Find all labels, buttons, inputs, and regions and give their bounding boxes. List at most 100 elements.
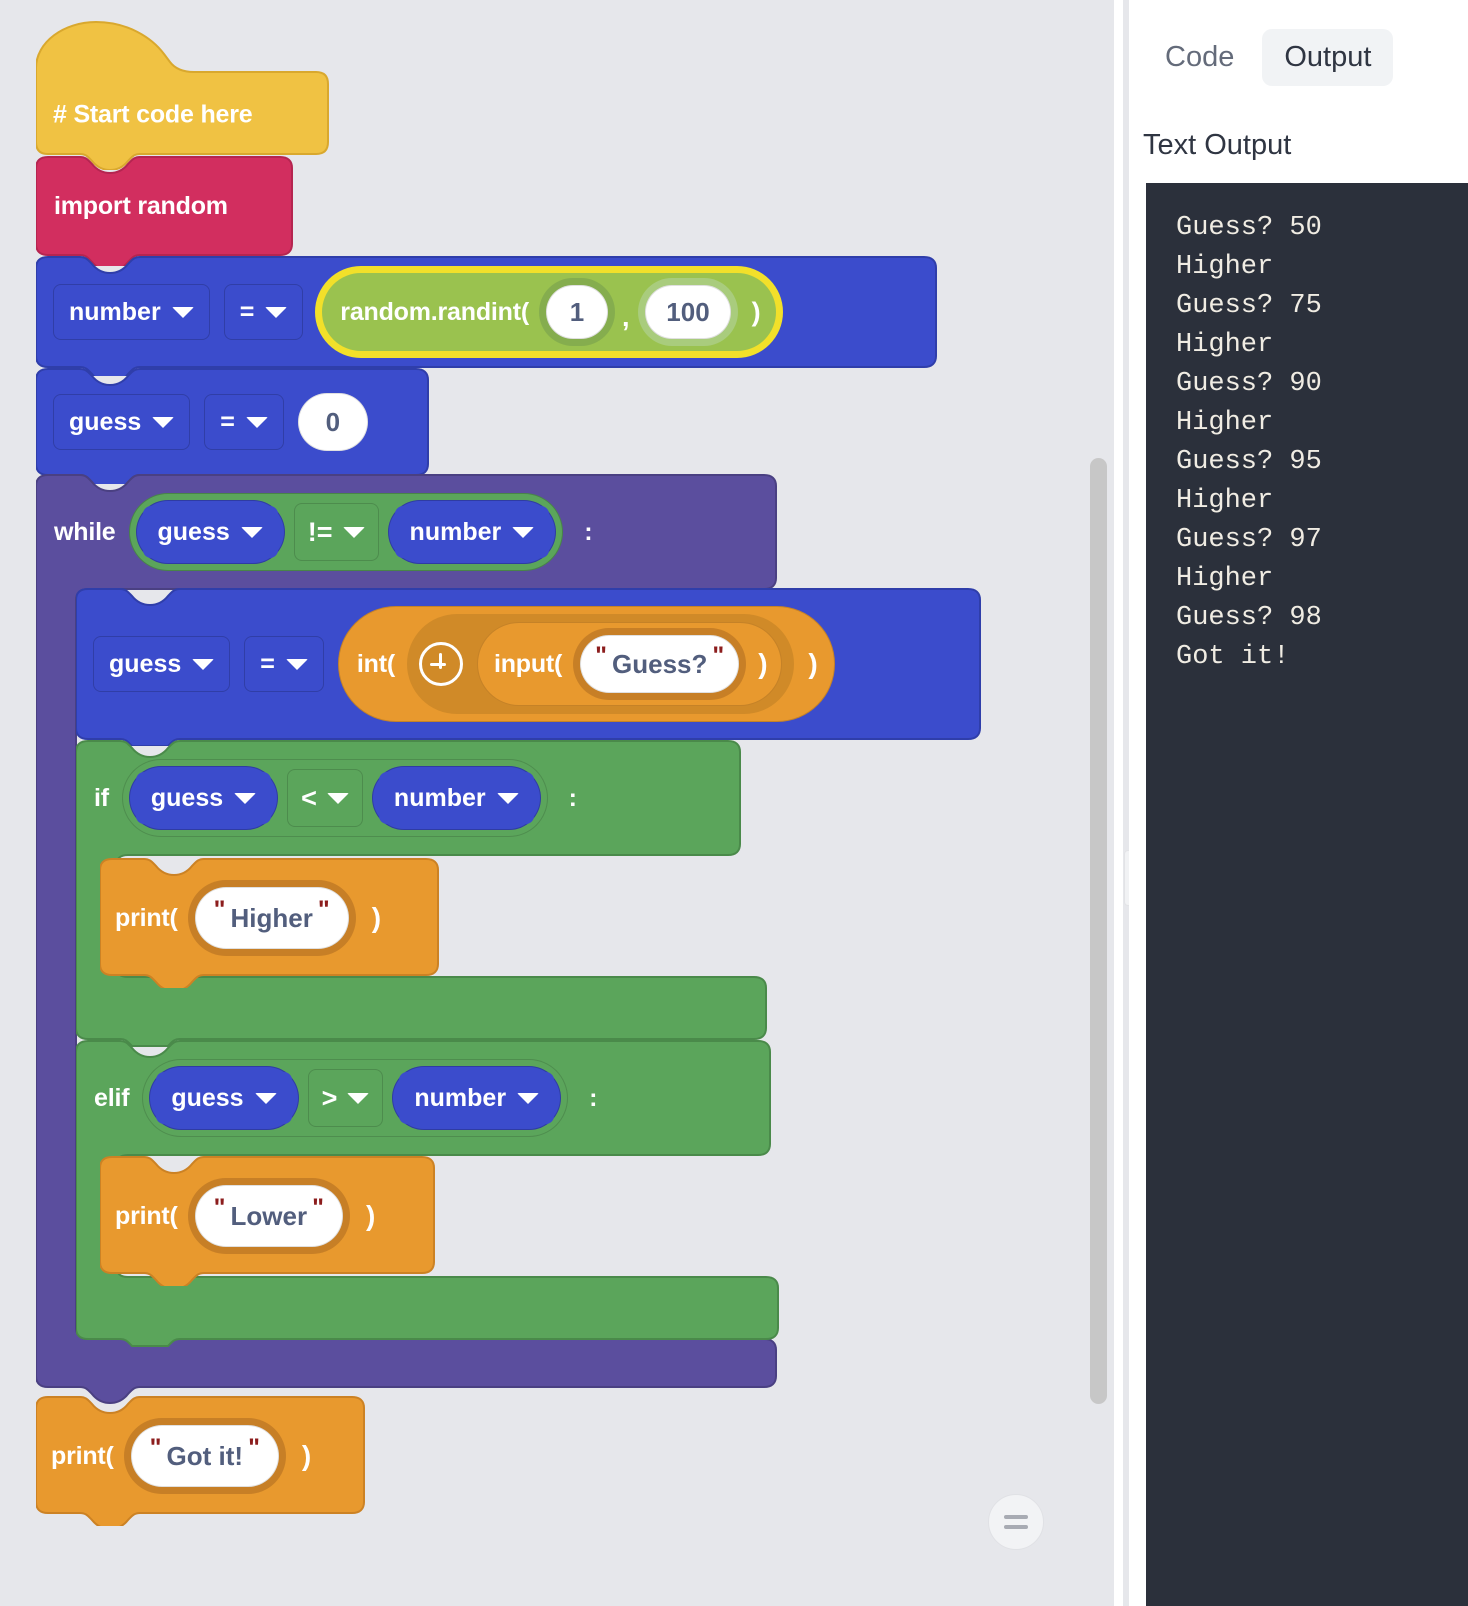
chevron-down-icon [512,526,535,538]
if-left-operand[interactable]: guess [128,766,279,830]
equals-icon-bar-top [1004,1515,1028,1519]
print-higher-row: print( " Higher " ) [115,862,381,974]
block-print-lower[interactable]: print( " Lower " ) [100,1156,436,1286]
block-random-randint[interactable]: random.randint( 1 , 100 ) [317,268,782,356]
dropdown-variable-number-label: number [69,297,161,326]
quoted-higher: " Higher " [213,895,330,931]
elif-left-operand[interactable]: guess [149,1066,299,1130]
int-close-paren: ) [808,648,818,679]
text-output-title: Text Output [1143,129,1292,161]
dropdown-if-left-label: guess [150,783,224,812]
dropdown-elif-right[interactable]: number [399,1072,555,1124]
number-input-zero[interactable]: 0 [297,393,368,451]
block-print-higher[interactable]: print( " Higher " ) [100,858,440,988]
print-gotit-string-input[interactable]: " Got it! " [130,1425,279,1487]
dropdown-if-operator-label: < [301,782,317,813]
dropdown-if-operator[interactable]: < [287,769,363,827]
randint-arg2-wrap[interactable]: 100 [638,278,738,346]
equals-icon-bar-bottom [1004,1525,1028,1529]
print-gotit-string-value: Got it! [166,1441,244,1471]
dropdown-while-operator-label: != [307,516,333,547]
print-higher-string-input[interactable]: " Higher " [194,887,349,949]
dropdown-variable-guess[interactable]: guess [53,394,191,450]
blockly-workspace[interactable]: # Start code here import random number =… [0,0,1114,1606]
chevron-down-icon [192,658,215,670]
while-left-operand[interactable]: guess [135,500,285,564]
randint-arg2-input[interactable]: 100 [645,285,731,339]
int-cast-label: int( [356,649,395,678]
print-gotit-string-wrap[interactable]: " Got it! " [123,1418,286,1494]
elif-keyword: elif [94,1083,130,1112]
print-lower-string-input[interactable]: " Lower " [194,1185,343,1247]
blocks-canvas[interactable]: # Start code here import random number =… [0,0,1114,1606]
block-assign-number[interactable]: number = random.randint( 1 , 100) [36,256,938,376]
while-condition[interactable]: guess != number [128,493,564,571]
randint-arg1-input[interactable]: 1 [545,285,608,339]
print-lower-string-wrap[interactable]: " Lower " [187,1178,350,1254]
dropdown-operator-assign-3-label: = [260,649,275,678]
chevron-down-icon [496,792,519,804]
while-keyword: while [54,517,116,546]
chevron-down-icon [347,1092,370,1104]
while-right-operand[interactable]: number [387,500,557,564]
chevron-down-icon [245,416,268,428]
randint-arg1-wrap[interactable]: 1 [538,278,615,346]
chevron-down-icon [234,792,257,804]
if-colon: : [568,783,577,812]
dropdown-operator-assign-label: = [239,297,255,326]
dropdown-variable-guess-2[interactable]: guess [93,636,231,692]
block-int-cast[interactable]: int( input( " Guess? ")) [337,606,835,722]
while-colon: : [584,517,593,546]
quoted-lower: " Lower " [214,1195,324,1231]
chevron-down-icon [152,416,175,428]
print-higher-label: print( [115,903,178,932]
app-root: # Start code here import random number =… [0,0,1468,1606]
dropdown-operator-assign-3[interactable]: = [244,636,324,692]
dropdown-operator-assign-2[interactable]: = [204,394,284,450]
print-gotit-close-paren: ) [301,1440,312,1471]
assign-number-row: number = random.randint( 1 , 100) [53,260,782,364]
dropdown-elif-operator[interactable]: > [307,1069,384,1127]
if-condition[interactable]: guess < number [121,759,548,837]
if-right-operand[interactable]: number [371,766,541,830]
elif-right-operand[interactable]: number [392,1066,562,1130]
dropdown-variable-number[interactable]: number [53,284,210,340]
dropdown-while-left[interactable]: guess [142,506,278,558]
block-assign-guess-input[interactable]: guess = int(input(" Guess? ")) [76,588,982,746]
plus-circle-icon[interactable] [418,642,463,686]
quote-open-icon: " [213,895,226,924]
print-lower-string-value: Lower [230,1201,308,1231]
import-row: import random [54,156,228,256]
print-higher-string-wrap[interactable]: " Higher " [187,880,356,956]
dropdown-while-operator[interactable]: != [293,503,379,561]
prompt-string-wrap[interactable]: " Guess? " [573,628,747,700]
print-lower-row: print( " Lower " ) [115,1160,375,1272]
right-panel: Code Output Text Output Guess? 50 Higher… [1129,0,1468,1606]
workspace-vertical-scrollbar[interactable] [1090,458,1107,1404]
elif-condition[interactable]: guess > number [142,1059,569,1137]
print-gotit-label: print( [51,1441,114,1470]
dropdown-if-left[interactable]: guess [135,772,272,824]
quote-open-icon: " [595,641,608,670]
dropdown-operator-assign[interactable]: = [223,284,304,340]
dropdown-if-right[interactable]: number [378,772,534,824]
hat-block-shape [36,20,329,170]
quoted-gotit: " Got it! " [150,1435,260,1471]
print-lower-close-paren: ) [365,1200,376,1231]
block-start-hat[interactable]: # Start code here [36,20,329,170]
block-print-gotit[interactable]: print( " Got it! " ) [36,1396,366,1526]
block-input-prompt[interactable]: input( " Guess? ") [476,622,783,706]
prompt-string-input[interactable]: " Guess? " [580,635,740,693]
chevron-down-icon [285,658,308,670]
block-import-random[interactable]: import random [36,156,296,266]
dropdown-elif-left[interactable]: guess [156,1072,292,1124]
tab-code[interactable]: Code [1143,29,1256,86]
zoom-reset-button[interactable] [988,1494,1044,1550]
text-output-console[interactable]: Guess? 50 Higher Guess? 75 Higher Guess?… [1146,183,1468,1606]
tab-output[interactable]: Output [1262,29,1394,86]
block-assign-guess-zero[interactable]: guess = 0 [36,368,432,484]
print-higher-close-paren: ) [371,902,381,933]
int-cast-inner[interactable]: input( " Guess? ") [406,614,795,714]
dropdown-while-right[interactable]: number [394,506,550,558]
quote-close-icon: " [712,641,725,670]
